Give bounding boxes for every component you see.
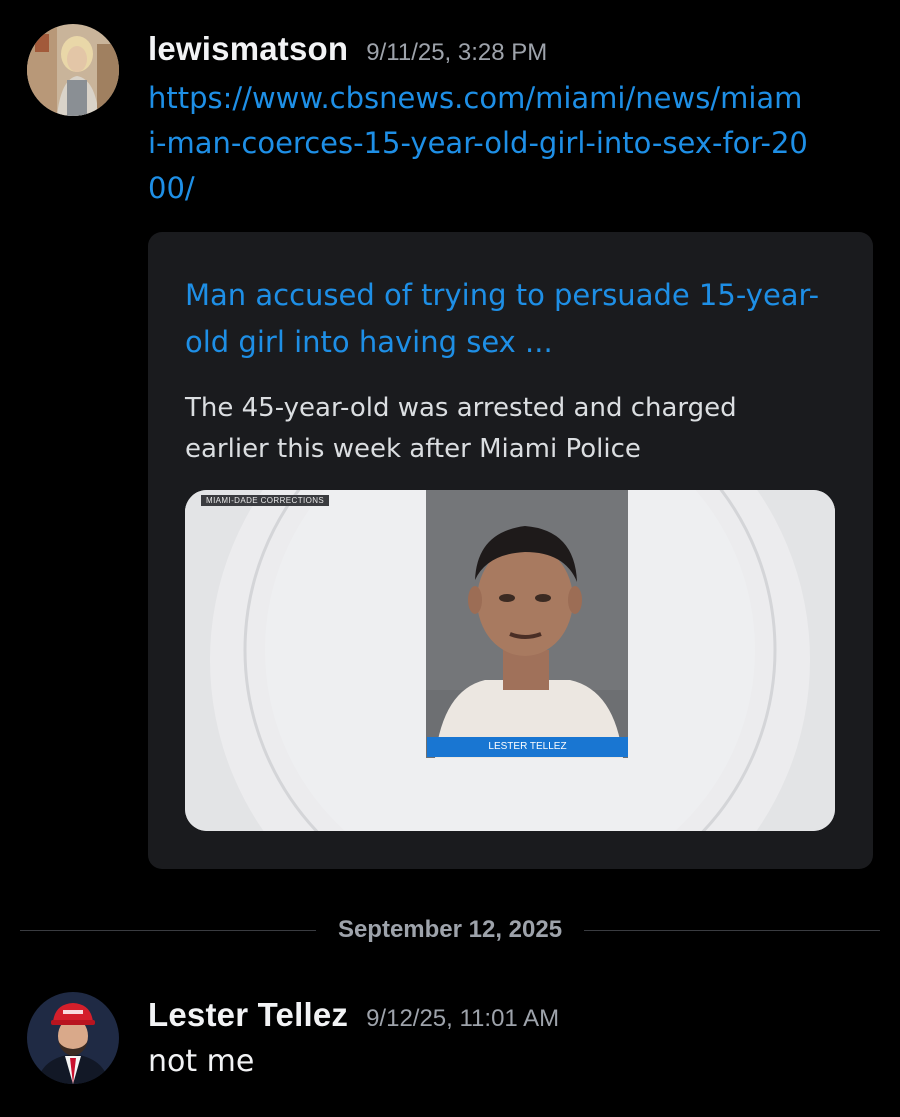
user-avatar[interactable] (27, 24, 119, 116)
username[interactable]: lewismatson (148, 30, 348, 68)
message-timestamp: 9/12/25, 11:01 AM (366, 1005, 560, 1032)
image-name-caption: LESTER TELLEZ (427, 737, 628, 757)
image-source-tag: MIAMI-DADE CORRECTIONS (201, 495, 330, 506)
message-item: lewismatson 9/11/25, 3:28 PM https://www… (0, 0, 900, 880)
divider-date: September 12, 2025 (337, 916, 563, 943)
embed-description: The 45-year-old was arrested and charged… (185, 393, 737, 464)
divider-line (20, 929, 316, 931)
embed-title[interactable]: Man accused of trying to persuade 15-yea… (185, 272, 825, 366)
divider-line (584, 929, 881, 931)
link-embed[interactable]: Man accused of trying to persuade 15-yea… (148, 232, 873, 869)
username[interactable]: Lester Tellez (148, 996, 348, 1034)
message-timestamp: 9/11/25, 3:28 PM (366, 39, 548, 66)
message-text: not me (148, 1044, 255, 1079)
date-divider: September 12, 2025 (20, 915, 881, 945)
user-avatar[interactable] (27, 992, 119, 1084)
message-item: Lester Tellez 9/12/25, 11:01 AM not me (0, 980, 900, 1110)
message-link[interactable]: https://www.cbsnews.com/miami/news/miami… (148, 76, 808, 211)
embed-image[interactable]: MIAMI-DADE CORRECTIONS LESTER TELLEZ (185, 490, 835, 831)
